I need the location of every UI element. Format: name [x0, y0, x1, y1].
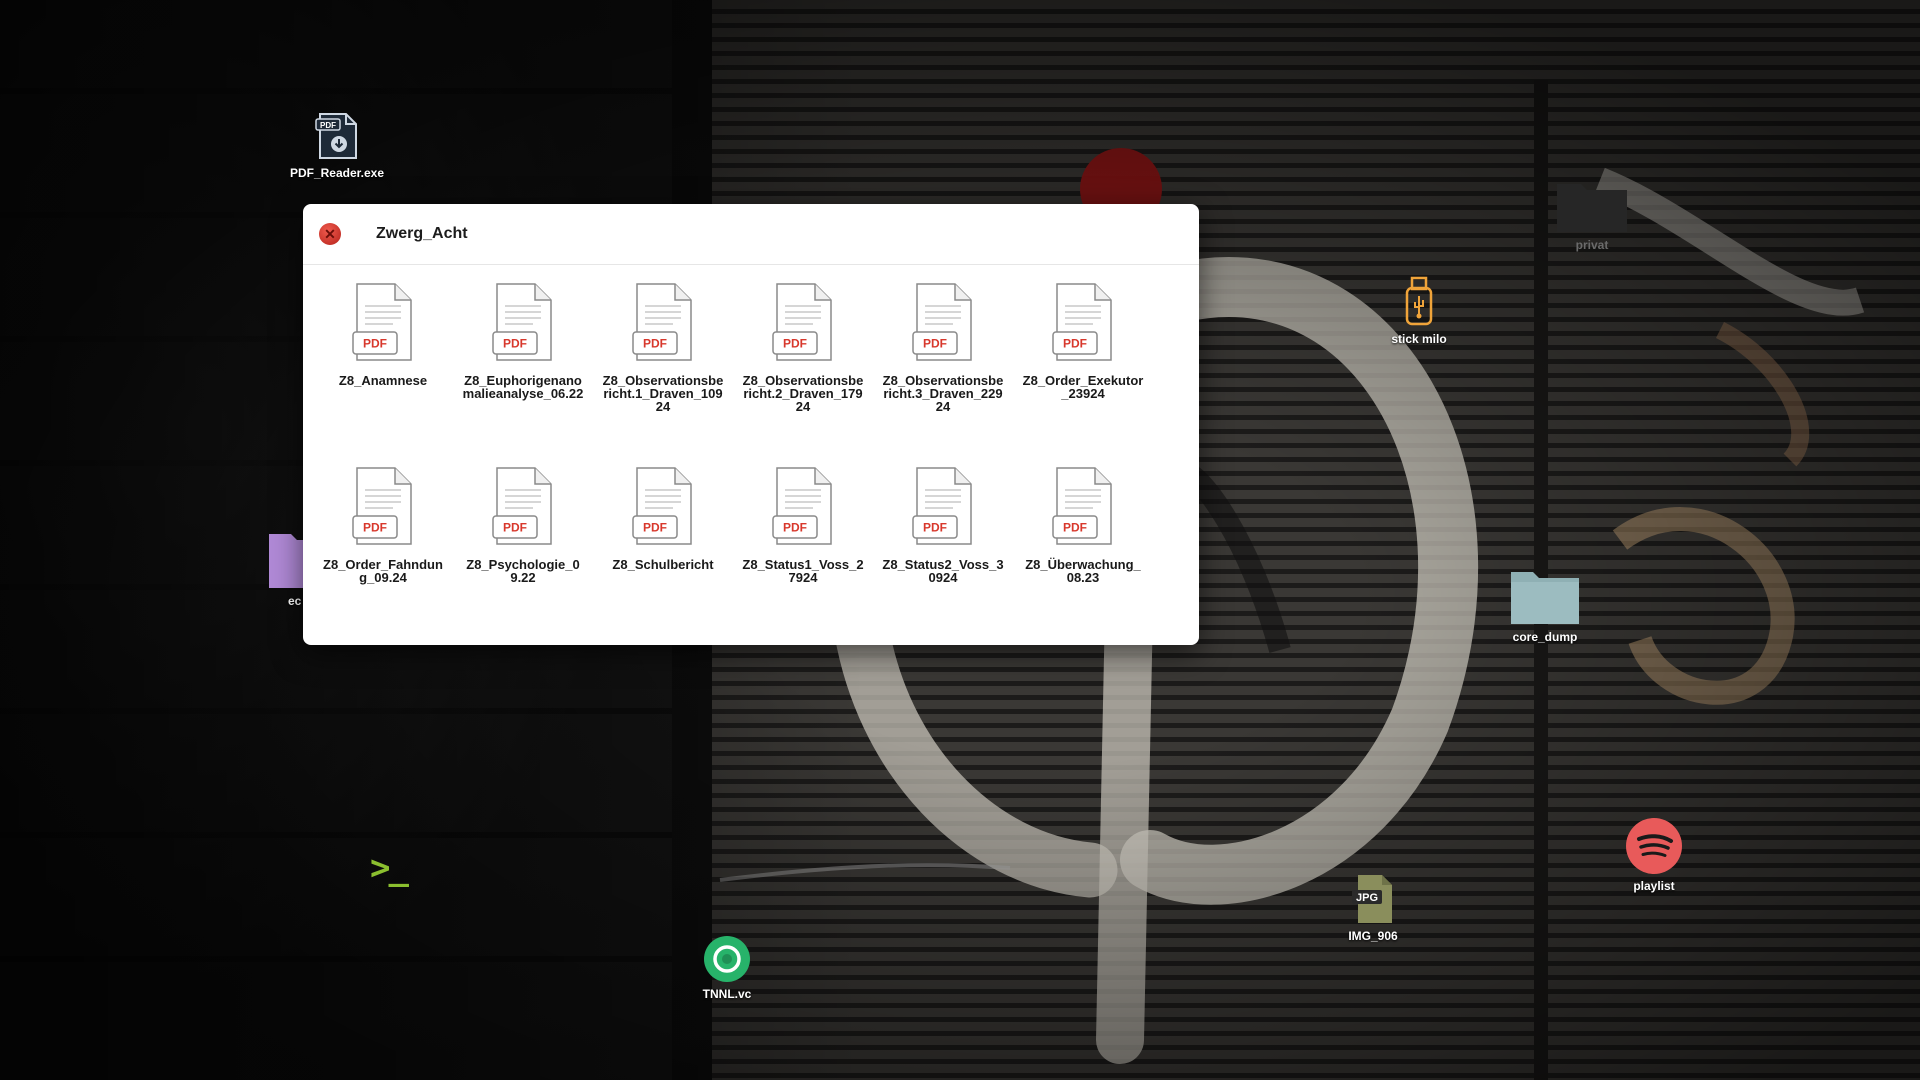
file-item[interactable]: PDF Z8_Status1_Voss_27924 [733, 466, 873, 650]
file-name: Z8_Observationsbericht.3_Draven_22924 [882, 373, 1004, 414]
pdf-file-icon: PDF [352, 467, 412, 545]
file-name: Z8_Psychologie_09.22 [466, 557, 580, 585]
privat-label: privat [1575, 238, 1609, 252]
stick-milo-label: stick milo [1391, 332, 1447, 346]
file-name: Z8_Observationsbericht.1_Draven_10924 [602, 373, 724, 414]
file-item[interactable]: PDF Z8_Euphorigenanomalieanalyse_06.22 [453, 282, 593, 466]
jpg-file-icon: JPG [1352, 875, 1392, 923]
img-906-label: IMG_906 [1348, 929, 1398, 943]
file-item[interactable]: PDF Z8_Anamnese [313, 282, 453, 466]
pdf-file-icon: PDF [632, 283, 692, 361]
svg-text:PDF: PDF [503, 337, 527, 351]
partial-folder-label: ec [288, 594, 302, 608]
pdf-reader-icon: PDF [315, 113, 357, 159]
desktop-icon-core-dump[interactable]: core_dump [1480, 568, 1610, 644]
file-item[interactable]: PDF Z8_Status2_Voss_30924 [873, 466, 1013, 650]
file-item[interactable]: PDF Z8_Überwachung_08.23 [1013, 466, 1153, 650]
pdf-file-icon: PDF [772, 467, 832, 545]
file-item[interactable]: PDF Z8_Order_Exekutor_23924 [1013, 282, 1153, 466]
pdf-file-icon: PDF [912, 283, 972, 361]
svg-text:PDF: PDF [363, 337, 387, 351]
svg-text:PDF: PDF [783, 337, 807, 351]
file-name: Z8_Euphorigenanomalieanalyse_06.22 [462, 373, 584, 401]
file-item[interactable]: PDF Z8_Order_Fahndung_09.24 [313, 466, 453, 650]
window-title: Zwerg_Acht [376, 225, 468, 242]
pdf-file-icon: PDF [912, 467, 972, 545]
folder-window: ✕ Zwerg_Acht PDF Z8_Anamnese PDF Z8_Euphori… [303, 204, 1199, 645]
pdf-file-icon: PDF [492, 467, 552, 545]
desktop-icon-stick-milo[interactable]: stick milo [1354, 276, 1484, 346]
file-name: Z8_Anamnese [338, 373, 428, 388]
playlist-label: playlist [1633, 879, 1675, 893]
desktop-icon-pdf-reader[interactable]: PDF PDF_Reader.exe [272, 110, 402, 180]
desktop-icon-playlist[interactable]: playlist [1589, 817, 1719, 893]
file-name: Z8_Order_Fahndung_09.24 [323, 557, 443, 585]
file-name: Z8_Order_Exekutor_23924 [1022, 373, 1144, 401]
svg-text:PDF: PDF [1063, 337, 1087, 351]
file-item[interactable]: PDF Z8_Observationsbericht.2_Draven_17924 [733, 282, 873, 466]
tnnl-app-icon [704, 936, 750, 982]
pdf-file-icon: PDF [1052, 283, 1112, 361]
svg-text:PDF: PDF [923, 521, 947, 535]
file-item[interactable]: PDF Z8_Observationsbericht.3_Draven_22924 [873, 282, 1013, 466]
core-dump-label: core_dump [1512, 630, 1578, 644]
terminal-icon[interactable]: >_ [370, 848, 409, 888]
file-item[interactable]: PDF Z8_Psychologie_09.22 [453, 466, 593, 650]
svg-text:PDF: PDF [783, 521, 807, 535]
desktop-icon-tnnl[interactable]: TNNL.vc [662, 935, 792, 1001]
tnnl-label: TNNL.vc [702, 987, 752, 1001]
pdf-file-icon: PDF [352, 283, 412, 361]
folder-icon [1511, 572, 1579, 624]
svg-text:PDF: PDF [643, 521, 667, 535]
file-name: Z8_Überwachung_08.23 [1025, 557, 1141, 585]
svg-text:PDF: PDF [363, 521, 387, 535]
file-name: Z8_Status2_Voss_30924 [882, 557, 1004, 585]
close-button[interactable]: ✕ [319, 223, 341, 245]
desktop-icon-privat[interactable]: privat [1527, 178, 1657, 252]
folder-icon [1557, 184, 1627, 232]
usb-stick-icon [1405, 276, 1433, 326]
spotify-icon [1626, 818, 1682, 874]
svg-text:PDF: PDF [1063, 521, 1087, 535]
file-item[interactable]: PDF Z8_Observationsbericht.1_Draven_10924 [593, 282, 733, 466]
pdf-file-icon: PDF [632, 467, 692, 545]
file-name: Z8_Schulbericht [612, 557, 714, 572]
pdf-file-icon: PDF [772, 283, 832, 361]
svg-text:PDF: PDF [503, 521, 527, 535]
file-name: Z8_Status1_Voss_27924 [742, 557, 864, 585]
svg-text:PDF: PDF [643, 337, 667, 351]
svg-text:JPG: JPG [1356, 892, 1378, 904]
desktop-icon-partial-folder[interactable]: ec [229, 530, 339, 608]
desktop-icon-img-906[interactable]: JPG IMG_906 [1308, 873, 1438, 943]
close-icon: ✕ [324, 225, 336, 242]
svg-text:PDF: PDF [923, 337, 947, 351]
pdf-file-icon: PDF [492, 283, 552, 361]
svg-text:PDF: PDF [320, 121, 336, 130]
window-titlebar[interactable]: ✕ Zwerg_Acht [303, 204, 1199, 265]
file-grid: PDF Z8_Anamnese PDF Z8_Euphorigenanomaliean… [313, 282, 1153, 650]
pdf-reader-label: PDF_Reader.exe [289, 166, 385, 180]
pdf-file-icon: PDF [1052, 467, 1112, 545]
file-item[interactable]: PDF Z8_Schulbericht [593, 466, 733, 650]
file-name: Z8_Observationsbericht.2_Draven_17924 [742, 373, 864, 414]
